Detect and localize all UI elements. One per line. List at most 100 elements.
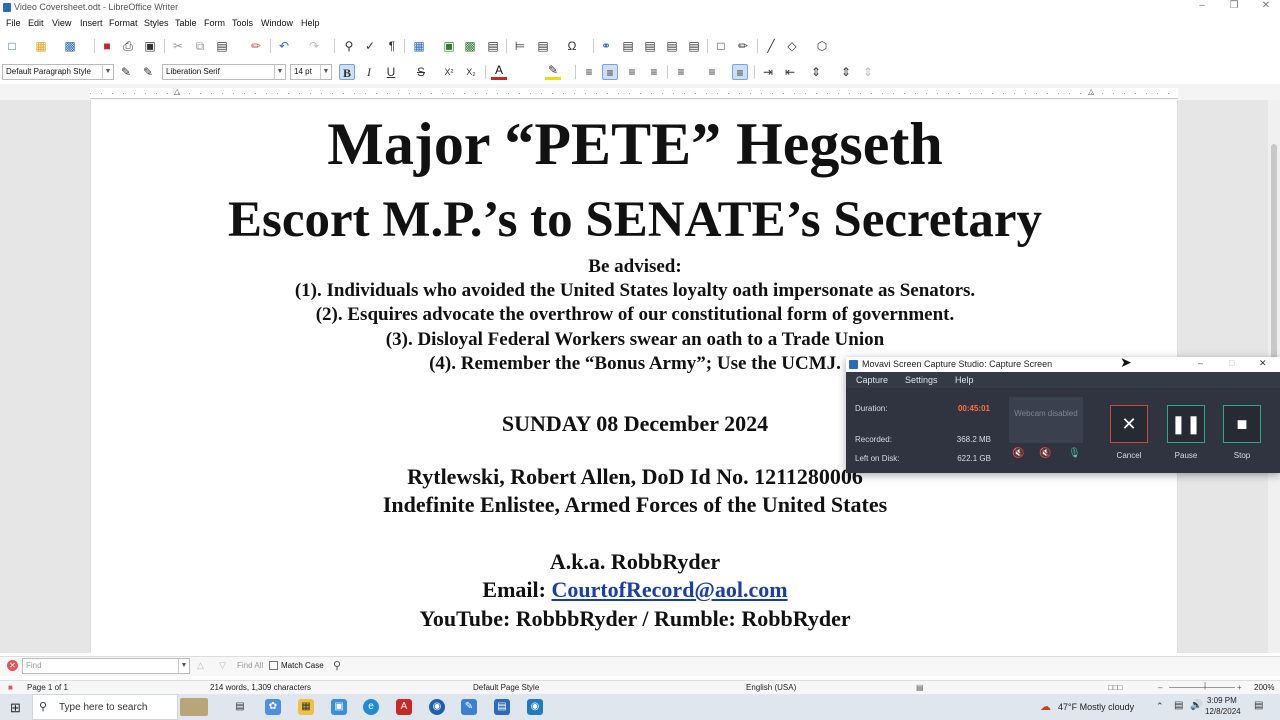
volume-icon[interactable]: 🔊 (1190, 700, 1202, 711)
print-icon[interactable]: ⎙ (120, 38, 136, 54)
basic-shapes-icon[interactable]: ◇ (784, 38, 800, 54)
numbered-list-icon[interactable]: ≡ (704, 64, 720, 80)
edge-icon[interactable]: e (363, 699, 379, 715)
save-icon[interactable]: ▩ (62, 38, 78, 54)
menu-table[interactable]: Table (175, 18, 197, 28)
horizontal-ruler[interactable]: △ △ (90, 88, 1178, 99)
comment-icon[interactable]: □ (713, 38, 729, 54)
insert-field-icon[interactable]: ▤ (535, 38, 551, 54)
system-audio-muted-icon[interactable]: 🔇 (1012, 448, 1024, 459)
special-character-icon[interactable]: Ω (564, 38, 580, 54)
zoom-slider-thumb[interactable]: | (1204, 681, 1206, 690)
paragraph-spacing-icon[interactable]: ⇕ (838, 64, 854, 80)
align-right-icon[interactable]: ≡ (624, 64, 640, 80)
notifications-icon[interactable]: ▤ (1254, 700, 1263, 711)
movavi-taskbar-icon[interactable]: ◉ (527, 699, 543, 715)
copy-icon[interactable]: ⧉ (192, 38, 208, 54)
menu-file[interactable]: File (6, 18, 21, 28)
justify-icon[interactable]: ≡ (646, 64, 662, 80)
decrease-indent-icon[interactable]: ⇤ (782, 64, 798, 80)
font-color-icon[interactable]: A (491, 64, 507, 80)
menu-tools[interactable]: Tools (232, 18, 253, 28)
new-document-icon[interactable]: □ (4, 38, 20, 54)
windows-start-icon[interactable]: ⊞ (10, 700, 21, 716)
new-style-icon[interactable]: ✎ (140, 64, 156, 80)
menu-format[interactable]: Format (109, 18, 138, 28)
task-view-icon[interactable]: ▤ (232, 699, 248, 715)
bullet-list-icon[interactable]: ≡ (673, 64, 689, 80)
libreoffice-writer-icon[interactable]: ▤ (494, 699, 510, 715)
subscript-button[interactable]: X₂ (463, 64, 479, 80)
clock-date[interactable]: 12/8/2024 (1205, 707, 1241, 716)
outline-format-icon[interactable]: ≡ (732, 64, 748, 80)
print-preview-icon[interactable]: ▣ (142, 38, 158, 54)
menu-styles[interactable]: Styles (144, 18, 169, 28)
acrobat-icon[interactable]: A (396, 699, 412, 715)
scrollbar-thumb[interactable] (1271, 144, 1277, 374)
track-changes-icon[interactable]: ✏ (735, 38, 751, 54)
paste-icon[interactable]: ▤ (214, 38, 230, 54)
copilot-icon[interactable]: ✿ (265, 699, 281, 715)
page-break-icon[interactable]: ⊨ (512, 38, 528, 54)
hyperlink-icon[interactable]: ⚭ (598, 38, 614, 54)
strikethrough-button[interactable]: S (413, 64, 429, 80)
zoom-slider[interactable] (1169, 687, 1235, 688)
increase-indent-icon[interactable]: ⇥ (760, 64, 776, 80)
update-style-icon[interactable]: ✎ (118, 64, 134, 80)
align-center-icon[interactable]: ≡ (602, 64, 618, 80)
network-icon[interactable]: ▤ (1174, 700, 1183, 711)
insert-textbox-icon[interactable]: ▤ (485, 38, 501, 54)
remote-desktop-icon[interactable]: ▣ (331, 699, 347, 715)
speaker-muted-icon[interactable]: 🔇 (1039, 448, 1051, 459)
page-count[interactable]: Page 1 of 1 (27, 683, 68, 692)
find-previous-icon[interactable]: △ (197, 660, 204, 671)
find-replace-icon[interactable]: ⚲ (333, 659, 341, 672)
clock-time[interactable]: 3:09 PM (1207, 696, 1237, 705)
clone-formatting-icon[interactable]: ✏ (248, 38, 264, 54)
cross-reference-icon[interactable]: ▤ (686, 38, 702, 54)
underline-button[interactable]: U (383, 64, 399, 80)
menu-help[interactable]: Help (301, 18, 320, 28)
pen-app-icon[interactable]: ✎ (461, 699, 477, 715)
word-count[interactable]: 214 words, 1,309 characters (210, 683, 311, 692)
microphone-icon[interactable]: 🎙 (1068, 448, 1081, 459)
font-size-select[interactable]: 14 pt ▼ (290, 64, 332, 80)
menu-view[interactable]: View (52, 18, 71, 28)
superscript-button[interactable]: X² (441, 64, 457, 80)
insert-table-icon[interactable]: ▦ (411, 38, 427, 54)
restore-button[interactable]: ❐ (1218, 0, 1250, 14)
menu-form[interactable]: Form (204, 18, 225, 28)
export-pdf-icon[interactable]: ■ (99, 38, 115, 54)
find-input[interactable]: Find ▼ (22, 658, 190, 674)
right-indent-marker-icon[interactable]: △ (1088, 88, 1096, 98)
weather-icon[interactable]: ☁ (1040, 700, 1051, 713)
bookmark-icon[interactable]: ▤ (664, 38, 680, 54)
match-case-checkbox[interactable] (269, 661, 278, 670)
find-all-button[interactable]: Find All (237, 661, 263, 670)
indent-marker-icon[interactable]: △ (174, 88, 182, 98)
spellcheck-icon[interactable]: ✓ (362, 38, 378, 54)
page-style[interactable]: Default Page Style (473, 683, 539, 692)
stop-button[interactable]: ■ (1223, 405, 1261, 443)
zoom-level[interactable]: 200% (1254, 683, 1274, 692)
paragraph-style-select[interactable]: Default Paragraph Style ▼ (2, 64, 114, 80)
taskbar-search[interactable]: ⚲ Type here to search (32, 694, 178, 720)
line-icon[interactable]: ╱ (763, 38, 779, 54)
movavi-menu-capture[interactable]: Capture (856, 375, 888, 385)
find-replace-icon[interactable]: ⚲ (341, 38, 357, 54)
footnote-icon[interactable]: ▤ (620, 38, 636, 54)
pause-button[interactable]: ❚❚ (1167, 405, 1205, 443)
cancel-button[interactable]: ✕ (1110, 405, 1148, 443)
email-link[interactable]: CourtofRecord@aol.com (551, 577, 787, 602)
zoom-in-icon[interactable]: + (1237, 683, 1242, 692)
close-find-icon[interactable]: ✕ (7, 660, 18, 671)
insert-chart-icon[interactable]: ▩ (462, 38, 478, 54)
insert-image-icon[interactable]: ▣ (441, 38, 457, 54)
movavi-close-button[interactable]: ✕ (1259, 358, 1267, 369)
chevron-up-icon[interactable]: ⌃ (1156, 701, 1164, 712)
zoom-out-icon[interactable]: – (1158, 683, 1162, 692)
view-layout-icon[interactable]: □□□ (1108, 683, 1123, 692)
undo-icon[interactable]: ↶ (276, 38, 292, 54)
movavi-maximize-button[interactable]: □ (1229, 358, 1234, 368)
file-explorer-icon[interactable]: ▦ (298, 699, 314, 715)
